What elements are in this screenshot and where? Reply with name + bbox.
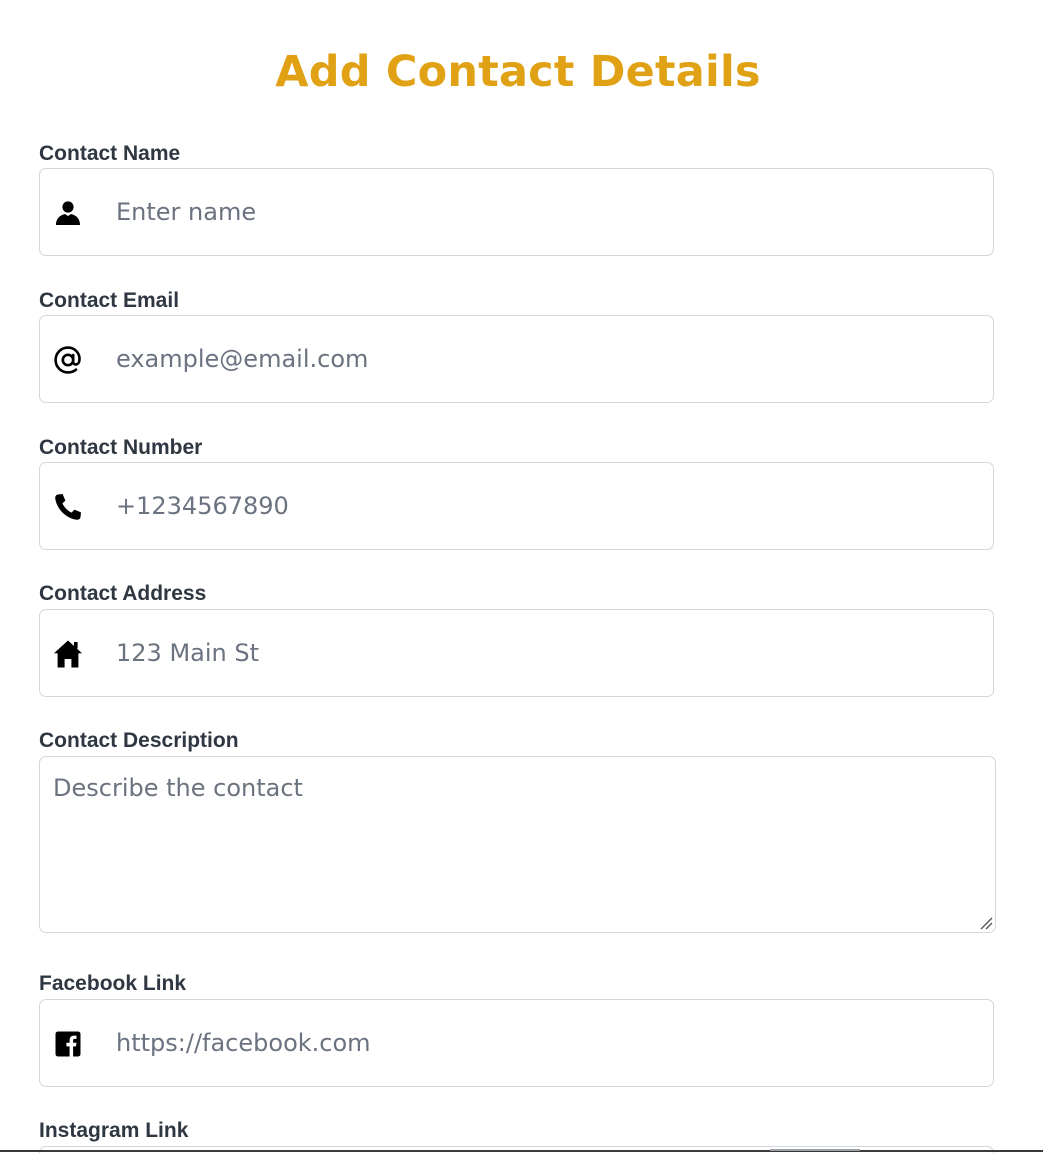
page-title: Add Contact Details xyxy=(275,47,761,97)
contact-number-field xyxy=(39,462,994,550)
facebook-icon xyxy=(53,1029,83,1059)
contact-number-label: Contact Number xyxy=(39,436,203,459)
contact-name-label: Contact Name xyxy=(39,142,181,165)
bottom-edge-divider xyxy=(0,1150,1043,1152)
contact-name-input[interactable] xyxy=(116,169,976,255)
contact-email-input[interactable] xyxy=(116,316,976,402)
contact-description-label: Contact Description xyxy=(39,729,239,752)
contact-email-label: Contact Email xyxy=(39,289,180,312)
resize-handle-icon[interactable] xyxy=(979,916,993,930)
contact-address-field xyxy=(39,609,994,697)
home-icon xyxy=(53,639,83,669)
contact-name-field xyxy=(39,168,994,256)
contact-description-field xyxy=(39,756,996,933)
phone-icon xyxy=(53,492,83,522)
contact-description-textarea[interactable] xyxy=(40,757,995,932)
contact-form-page: Add Contact Details Contact Name Contact… xyxy=(0,0,1043,1153)
contact-address-label: Contact Address xyxy=(39,582,207,605)
contact-number-input[interactable] xyxy=(116,463,976,549)
user-icon xyxy=(53,198,83,228)
instagram-link-label: Instagram Link xyxy=(39,1119,189,1142)
scroll-indicator xyxy=(770,1149,860,1151)
contact-email-field xyxy=(39,315,994,403)
facebook-link-label: Facebook Link xyxy=(39,972,187,995)
at-sign-icon xyxy=(53,345,83,375)
facebook-link-field xyxy=(39,999,994,1087)
facebook-link-input[interactable] xyxy=(116,1000,976,1086)
contact-address-input[interactable] xyxy=(116,610,976,696)
